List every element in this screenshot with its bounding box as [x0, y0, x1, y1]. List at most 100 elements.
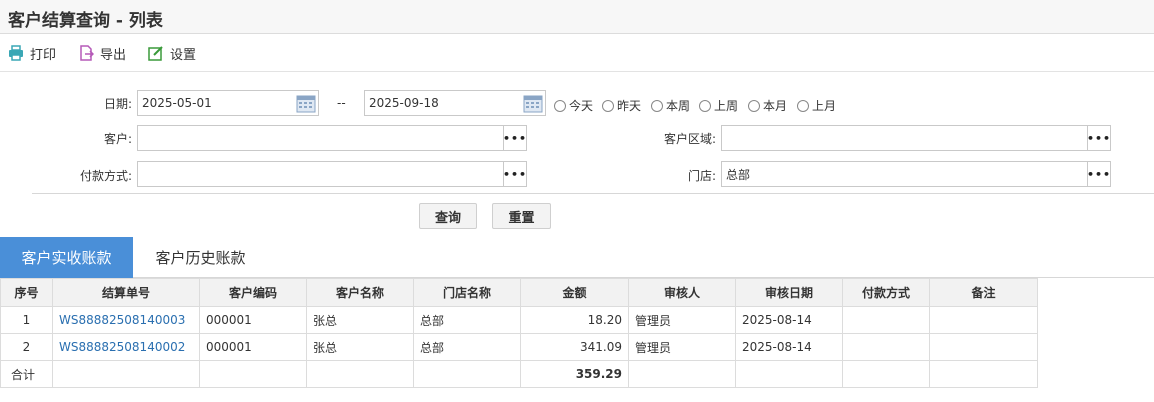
calendar-icon[interactable] [523, 94, 543, 113]
radio-last-week[interactable]: 上周 [699, 97, 738, 114]
cell-cust-name: 张总 [306, 306, 414, 334]
export-label: 导出 [100, 47, 127, 63]
customer-label: 客户: [103, 132, 132, 146]
radio-circle[interactable] [748, 99, 760, 112]
cell-no: 2 [0, 333, 53, 361]
radio-circle[interactable] [797, 99, 809, 112]
cell-auditor: 管理员 [628, 333, 736, 361]
bill-link[interactable]: WS88882508140003 [59, 313, 185, 327]
radio-circle[interactable] [699, 99, 711, 112]
payment-input[interactable] [138, 162, 502, 186]
radio-this-week[interactable]: 本周 [651, 97, 690, 114]
cell-audit-date: 2025-08-14 [735, 306, 843, 334]
cell-amount: 341.09 [520, 333, 629, 361]
cell-audit-date: 2025-08-14 [735, 333, 843, 361]
form-divider [32, 193, 1154, 194]
region-picker-button[interactable]: ••• [1087, 126, 1110, 150]
summary-empty [52, 360, 200, 388]
edit-settings-icon [148, 46, 163, 61]
printer-icon [9, 45, 23, 61]
region-field[interactable]: ••• [721, 125, 1111, 151]
date-label: 日期: [103, 97, 132, 111]
col-header[interactable]: 金额 [520, 278, 629, 307]
store-field[interactable]: ••• [721, 161, 1111, 187]
col-header[interactable]: 门店名称 [413, 278, 521, 307]
summary-empty [306, 360, 414, 388]
summary-empty [413, 360, 521, 388]
col-header[interactable]: 备注 [929, 278, 1038, 307]
settlement-table: 序号 结算单号 客户编码 客户名称 门店名称 金额 审核人 审核日期 付款方式 … [0, 278, 1038, 388]
payment-picker-button[interactable]: ••• [503, 162, 526, 186]
radio-circle[interactable] [651, 99, 663, 112]
reset-button[interactable]: 重置 [492, 203, 551, 229]
date-from-input[interactable] [138, 91, 294, 115]
store-picker-button[interactable]: ••• [1087, 162, 1110, 186]
cell-auditor: 管理员 [628, 306, 736, 334]
col-header[interactable]: 客户编码 [199, 278, 307, 307]
date-to-input[interactable] [365, 91, 521, 115]
radio-label: 昨天 [617, 99, 642, 113]
cell-no: 1 [0, 306, 53, 334]
col-header[interactable]: 审核日期 [735, 278, 843, 307]
table-row[interactable]: 1 WS88882508140003 000001 张总 总部 18.20 管理… [0, 306, 1038, 334]
summary-amount: 359.29 [520, 360, 629, 388]
settings-label: 设置 [170, 47, 197, 63]
col-header[interactable]: 审核人 [628, 278, 736, 307]
print-button[interactable]: 打印 [8, 43, 56, 63]
page-title: 客户结算查询 - 列表 [8, 11, 163, 31]
summary-row: 合计 359.29 [0, 360, 1038, 388]
payment-field[interactable]: ••• [137, 161, 527, 187]
col-header[interactable]: 客户名称 [306, 278, 414, 307]
radio-label: 上月 [812, 99, 837, 113]
calendar-icon[interactable] [296, 94, 316, 113]
radio-yesterday[interactable]: 昨天 [602, 97, 641, 114]
store-input[interactable] [722, 162, 1086, 186]
tab-customer-receivables[interactable]: 客户实收账款 [0, 237, 133, 278]
tab-bar: 客户实收账款 客户历史账款 [0, 237, 1154, 278]
cell-store: 总部 [413, 333, 521, 361]
date-from-field[interactable] [137, 90, 319, 116]
print-label: 打印 [30, 47, 57, 63]
toolbar: 打印 导出 设置 [0, 34, 1154, 72]
customer-picker-button[interactable]: ••• [503, 126, 526, 150]
cell-amount: 18.20 [520, 306, 629, 334]
radio-circle[interactable] [602, 99, 614, 112]
radio-label: 本周 [666, 99, 691, 113]
radio-circle[interactable] [554, 99, 566, 112]
customer-field[interactable]: ••• [137, 125, 527, 151]
date-separator: -- [337, 96, 346, 110]
radio-label: 上周 [714, 99, 739, 113]
cell-cust-name: 张总 [306, 333, 414, 361]
summary-empty [842, 360, 930, 388]
store-label: 门店: [687, 169, 716, 183]
cell-remark [929, 333, 1038, 361]
export-button[interactable]: 导出 [78, 43, 126, 63]
table-header-row: 序号 结算单号 客户编码 客户名称 门店名称 金额 审核人 审核日期 付款方式 … [0, 278, 1038, 307]
radio-label: 今天 [569, 99, 594, 113]
customer-input[interactable] [138, 126, 502, 150]
export-icon [80, 45, 94, 61]
tab-customer-history[interactable]: 客户历史账款 [133, 237, 268, 278]
radio-today[interactable]: 今天 [554, 97, 593, 114]
settings-button[interactable]: 设置 [148, 43, 196, 63]
col-header[interactable]: 序号 [0, 278, 53, 307]
cell-remark [929, 306, 1038, 334]
query-button[interactable]: 查询 [419, 203, 477, 229]
col-header[interactable]: 付款方式 [842, 278, 930, 307]
table-row[interactable]: 2 WS88882508140002 000001 张总 总部 341.09 管… [0, 333, 1038, 361]
cell-bill: WS88882508140003 [52, 306, 200, 334]
cell-bill: WS88882508140002 [52, 333, 200, 361]
radio-this-month[interactable]: 本月 [748, 97, 787, 114]
payment-label: 付款方式: [79, 169, 132, 183]
region-input[interactable] [722, 126, 1086, 150]
bill-link[interactable]: WS88882508140002 [59, 340, 185, 354]
summary-label: 合计 [0, 360, 53, 388]
region-label: 客户区域: [663, 132, 716, 146]
col-header[interactable]: 结算单号 [52, 278, 200, 307]
summary-empty [199, 360, 307, 388]
summary-empty [929, 360, 1038, 388]
date-to-field[interactable] [364, 90, 546, 116]
summary-empty [628, 360, 736, 388]
radio-last-month[interactable]: 上月 [797, 97, 836, 114]
title-bar: 客户结算查询 - 列表 [0, 0, 1154, 34]
